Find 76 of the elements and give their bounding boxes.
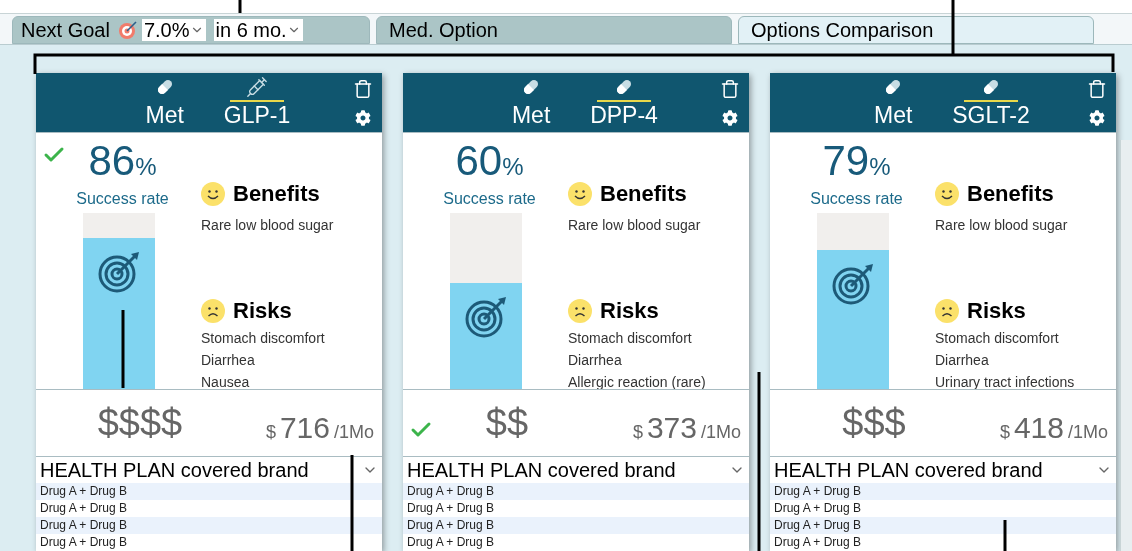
benefit-item: Rare low blood sugar (568, 216, 702, 236)
monthly-price: $373/1Mo (632, 409, 741, 446)
risks-title: Risks (600, 297, 659, 326)
cost-tier-label: $$$$ (96, 400, 184, 446)
monthly-price: $418/1Mo (999, 409, 1108, 446)
risk-item: Diarrhea (935, 351, 990, 371)
drug-list-item[interactable]: Drug A + Drug B (770, 500, 1116, 517)
syringe-icon (246, 76, 268, 99)
plan-dropdown[interactable]: HEALTH PLAN covered brand (36, 457, 382, 483)
drug-toggle[interactable]: GLP-1 (223, 76, 291, 129)
drug-list-item[interactable]: Drug A + Drug B (770, 483, 1116, 500)
success-label: Success rate (76, 190, 169, 209)
delete-icon[interactable] (353, 79, 373, 99)
success-percentage: 60% (455, 141, 524, 187)
drug-toggle[interactable]: Met (504, 76, 559, 129)
sad-face-icon (201, 298, 225, 323)
risk-item: Diarrhea (201, 351, 256, 371)
target-icon (117, 20, 138, 40)
scrollbar[interactable] (1120, 140, 1132, 551)
target-icon (830, 262, 875, 307)
leader-line (1003, 520, 1007, 551)
drug-list-item[interactable]: Drug A + Drug B (403, 517, 749, 534)
settings-icon[interactable] (355, 110, 371, 127)
benefits-title: Benefits (967, 180, 1054, 209)
delete-icon[interactable] (720, 79, 740, 99)
tab[interactable]: Med. Option (376, 16, 732, 44)
risks-title: Risks (233, 297, 292, 326)
cost-tier-label: $$ (484, 400, 530, 446)
drug-toggle[interactable]: SGLT-2 (952, 76, 1030, 129)
success-label: Success rate (810, 190, 903, 209)
benefits-title: Benefits (600, 180, 687, 209)
target-icon (96, 249, 141, 294)
drug-list-item[interactable]: Drug A + Drug B (403, 534, 749, 551)
drug-list-item[interactable]: Drug A + Drug B (403, 500, 749, 517)
drug-toggle[interactable]: Met (137, 76, 192, 129)
tab-label: Next Goal (21, 18, 110, 43)
monthly-price: $716/1Mo (265, 409, 374, 446)
risk-item: Nausea (201, 373, 251, 393)
plan-dropdown[interactable]: HEALTH PLAN covered brand (403, 457, 749, 483)
target-icon (463, 295, 508, 340)
drug-list-item[interactable]: Drug A + Drug B (770, 534, 1116, 551)
success-percentage: 79% (822, 141, 891, 187)
settings-icon[interactable] (1089, 110, 1105, 127)
drug-list-item[interactable]: Drug A + Drug B (36, 517, 382, 534)
smiley-icon (935, 181, 959, 206)
drug-toggle[interactable]: Met (866, 76, 921, 129)
sad-face-icon (935, 298, 959, 323)
smiley-icon (568, 181, 592, 206)
drug-list-item[interactable]: Drug A + Drug B (770, 517, 1116, 534)
risk-item: Stomach discomfort (568, 329, 693, 349)
tab[interactable]: Options Comparison (738, 16, 1094, 44)
risk-item: Allergic reaction (rare) (568, 373, 707, 393)
cost-tier-label: $$$ (841, 400, 907, 446)
risk-item: Stomach discomfort (935, 329, 1060, 349)
drug-list-item[interactable]: Drug A + Drug B (36, 534, 382, 551)
plan-dropdown[interactable]: HEALTH PLAN covered brand (770, 457, 1116, 483)
risk-item: Urinary tract infections (935, 373, 1076, 393)
tab[interactable]: Next Goal 7.0% in 6 mo. (12, 16, 370, 44)
benefit-item: Rare low blood sugar (935, 216, 1069, 236)
delete-icon[interactable] (1087, 79, 1107, 99)
goal-time-dropdown[interactable]: in 6 mo. (213, 19, 303, 41)
drug-toggle[interactable]: DPP-4 (590, 76, 658, 129)
success-label: Success rate (443, 190, 536, 209)
settings-icon[interactable] (722, 110, 738, 127)
success-percentage: 86% (88, 141, 157, 187)
benefits-title: Benefits (233, 180, 320, 209)
drug-list-item[interactable]: Drug A + Drug B (403, 483, 749, 500)
smiley-icon (201, 181, 225, 206)
risks-title: Risks (967, 297, 1026, 326)
benefit-item: Rare low blood sugar (201, 216, 335, 236)
risk-item: Stomach discomfort (201, 329, 326, 349)
drug-list-item[interactable]: Drug A + Drug B (36, 500, 382, 517)
risk-item: Diarrhea (568, 351, 623, 371)
sad-face-icon (568, 298, 592, 323)
drug-list-item[interactable]: Drug A + Drug B (36, 483, 382, 500)
goal-value-dropdown[interactable]: 7.0% (141, 19, 206, 41)
